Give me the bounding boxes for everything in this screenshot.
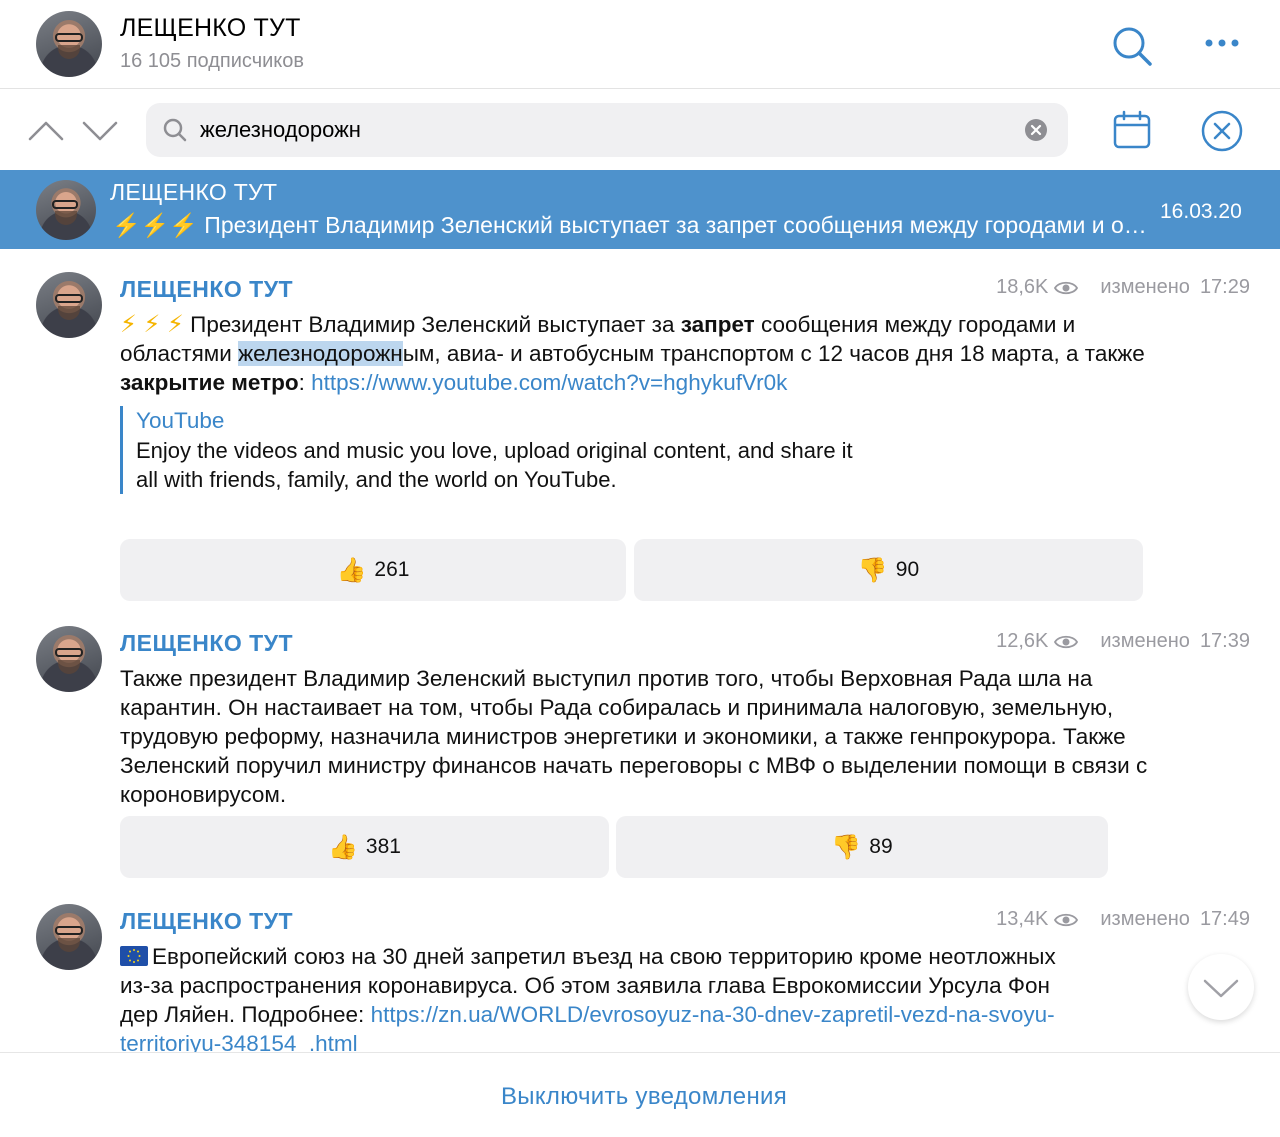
text-part: ым, авиа- и автобусным транспортом с 12 … (402, 341, 1145, 366)
text-part: : (298, 370, 312, 395)
message-author[interactable]: ЛЕЩЕНКО ТУТ (120, 276, 293, 303)
message-meta: 12,6K изменено 17:39 (996, 630, 1250, 653)
message-link[interactable]: https://www.youtube.com/watch?v=hghykufV… (311, 370, 787, 395)
subscriber-count: 16 105 подписчиков (120, 50, 305, 72)
like-count: 381 (365, 835, 401, 858)
link-preview[interactable]: YouTube Enjoy the videos and music you l… (120, 406, 856, 494)
chevron-down-icon[interactable] (80, 117, 120, 143)
author-avatar[interactable] (36, 904, 102, 970)
message-meta: 13,4K изменено 17:49 (996, 908, 1250, 931)
result-title: ЛЕЩЕНКО ТУТ (110, 179, 278, 205)
bold-text: закрытие метро (120, 370, 299, 395)
message-text: Также президент Владимир Зеленский высту… (120, 666, 1148, 807)
view-count: 12,6K (996, 630, 1049, 652)
channel-footer: Выключить уведомления (0, 1052, 1280, 1137)
dislike-count: 90 (895, 558, 920, 581)
search-highlight: железнодорожн (238, 341, 403, 366)
preview-description: Enjoy the videos and music you love, upl… (136, 438, 853, 492)
like-count: 261 (374, 558, 410, 581)
eu-flag-icon (120, 946, 148, 966)
bold-text: запрет (680, 312, 755, 337)
message-time: 17:29 (1199, 276, 1250, 298)
text-part: Президент Владимир Зеленский выступает з… (190, 312, 681, 337)
message-time: 17:49 (1199, 908, 1250, 930)
result-date: 16.03.20 (1160, 200, 1242, 223)
search-icon[interactable] (1110, 24, 1154, 68)
calendar-icon[interactable] (1112, 109, 1152, 151)
eye-icon (1054, 913, 1079, 926)
message-time: 17:39 (1199, 630, 1250, 652)
channel-header: ЛЕЩЕНКО ТУТ 16 105 подписчиков (0, 0, 1280, 89)
thumbs-down-icon: 👎 (831, 833, 862, 861)
search-input[interactable] (200, 111, 1000, 149)
chevron-up-icon[interactable] (26, 117, 66, 143)
author-avatar[interactable] (36, 272, 102, 338)
eye-icon (1054, 635, 1079, 648)
dislike-count: 89 (869, 835, 893, 858)
close-icon[interactable] (1200, 109, 1244, 153)
search-field[interactable] (146, 103, 1068, 157)
message-author[interactable]: ЛЕЩЕНКО ТУТ (120, 908, 293, 935)
search-bar (0, 89, 1280, 170)
edited-label: изменено (1100, 630, 1190, 652)
thumbs-up-icon: 👍 (336, 556, 367, 584)
thumbs-down-icon: 👎 (857, 556, 888, 584)
message-text: Европейский союз на 30 дней запретил въе… (120, 942, 1090, 1058)
lightning-icon: ⚡ ⚡ ⚡ (120, 311, 184, 338)
eye-icon (1054, 281, 1079, 294)
channel-title[interactable]: ЛЕЩЕНКО ТУТ (120, 14, 301, 43)
message-meta: 18,6K изменено 17:29 (996, 276, 1250, 299)
channel-avatar[interactable] (36, 11, 102, 77)
clear-icon[interactable] (1024, 118, 1048, 142)
author-avatar[interactable] (36, 626, 102, 692)
message-text: ⚡ ⚡ ⚡ Президент Владимир Зеленский высту… (120, 310, 1150, 397)
like-reaction-button[interactable]: 👍 381 (120, 816, 609, 878)
edited-label: изменено (1100, 276, 1190, 298)
dislike-reaction-button[interactable]: 👎 89 (616, 816, 1108, 878)
scroll-down-button[interactable] (1188, 954, 1254, 1020)
more-icon[interactable] (1200, 28, 1244, 58)
edited-label: изменено (1100, 908, 1190, 930)
preview-title: YouTube (136, 408, 225, 433)
view-count: 13,4K (996, 908, 1049, 930)
search-result-selected[interactable]: ЛЕЩЕНКО ТУТ ⚡️⚡️⚡️ Президент Владимир Зе… (0, 170, 1280, 249)
search-icon (162, 117, 188, 143)
message-author[interactable]: ЛЕЩЕНКО ТУТ (120, 630, 293, 657)
chevron-down-icon (1203, 979, 1239, 998)
view-count: 18,6K (996, 276, 1049, 298)
like-reaction-button[interactable]: 👍 261 (120, 539, 626, 601)
thumbs-up-icon: 👍 (328, 833, 358, 861)
channel-avatar (36, 180, 96, 240)
result-snippet: ⚡️⚡️⚡️ Президент Владимир Зеленский выст… (112, 212, 1152, 238)
dislike-reaction-button[interactable]: 👎 90 (634, 539, 1143, 601)
mute-notifications-button[interactable]: Выключить уведомления (0, 1083, 1280, 1111)
